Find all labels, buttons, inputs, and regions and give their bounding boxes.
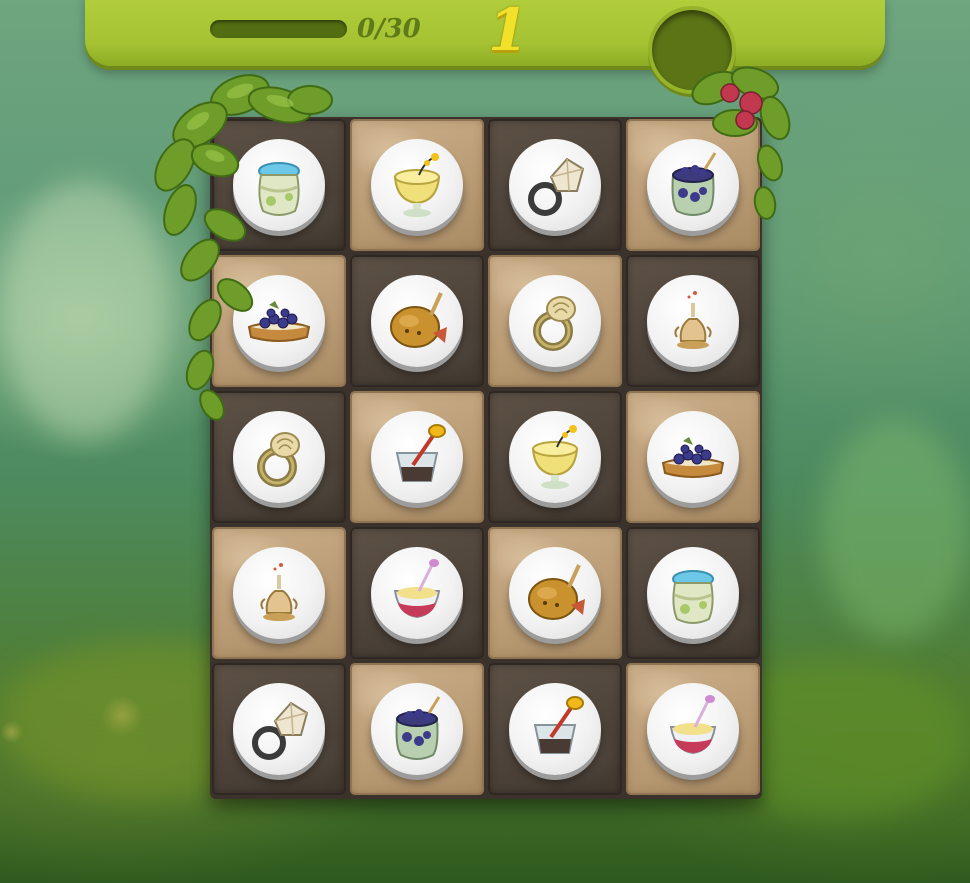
game-token[interactable] bbox=[371, 547, 463, 639]
background-foliage bbox=[0, 180, 170, 440]
board-tile[interactable] bbox=[212, 255, 346, 387]
roast-chicken-icon bbox=[528, 564, 585, 620]
board-tile[interactable] bbox=[488, 255, 622, 387]
berry-parfait-icon bbox=[669, 695, 717, 755]
board-tile[interactable] bbox=[626, 663, 760, 795]
board-tile[interactable] bbox=[626, 255, 760, 387]
honey-dipper-glass-icon bbox=[395, 424, 446, 482]
board-tile[interactable] bbox=[626, 391, 760, 523]
match-progress-count: 0/30 bbox=[357, 14, 421, 44]
game-token[interactable] bbox=[647, 547, 739, 639]
board-tile[interactable] bbox=[350, 663, 484, 795]
blue-lidded-jar-icon bbox=[258, 162, 300, 216]
game-token[interactable] bbox=[647, 275, 739, 367]
game-token[interactable] bbox=[371, 139, 463, 231]
board-tile[interactable] bbox=[350, 119, 484, 251]
board-tile[interactable] bbox=[350, 391, 484, 523]
honey-dipper-glass-icon bbox=[533, 696, 584, 754]
game-token[interactable] bbox=[233, 547, 325, 639]
background-foliage bbox=[820, 420, 970, 640]
blueberry-jar-icon bbox=[671, 152, 717, 216]
board-tile[interactable] bbox=[488, 527, 622, 659]
board-tile[interactable] bbox=[626, 119, 760, 251]
blue-lidded-jar-icon bbox=[672, 570, 714, 624]
roast-chicken-icon bbox=[390, 292, 447, 348]
perfume-decanter-icon bbox=[260, 563, 298, 621]
board-tile[interactable] bbox=[626, 527, 760, 659]
lemon-dessert-cup-icon bbox=[531, 425, 579, 489]
top-hud-bar: 0/30 1 bbox=[85, 0, 885, 94]
game-token[interactable] bbox=[509, 683, 601, 775]
game-token[interactable] bbox=[233, 683, 325, 775]
game-token[interactable] bbox=[371, 683, 463, 775]
lemon-dessert-cup-icon bbox=[393, 153, 441, 217]
game-token[interactable] bbox=[233, 275, 325, 367]
gold-rose-ring-icon bbox=[257, 432, 300, 487]
game-token[interactable] bbox=[509, 139, 601, 231]
board-tile[interactable] bbox=[488, 391, 622, 523]
game-token[interactable] bbox=[233, 411, 325, 503]
game-token[interactable] bbox=[233, 139, 325, 231]
game-token[interactable] bbox=[647, 139, 739, 231]
game-token[interactable] bbox=[371, 275, 463, 367]
blueberry-toast-icon bbox=[247, 301, 311, 342]
diamond-ring-icon bbox=[252, 701, 309, 760]
game-token[interactable] bbox=[647, 411, 739, 503]
board-tile[interactable] bbox=[212, 663, 346, 795]
board-tile[interactable] bbox=[350, 527, 484, 659]
board-tile[interactable] bbox=[212, 527, 346, 659]
level-number: 1 bbox=[488, 0, 529, 64]
game-token[interactable] bbox=[509, 547, 601, 639]
board-tile[interactable] bbox=[212, 391, 346, 523]
board-tile[interactable] bbox=[488, 119, 622, 251]
board-tile[interactable] bbox=[488, 663, 622, 795]
diamond-ring-icon bbox=[528, 157, 585, 216]
board-tile[interactable] bbox=[212, 119, 346, 251]
blueberry-jar-icon bbox=[395, 696, 441, 760]
board-tile[interactable] bbox=[350, 255, 484, 387]
gold-rose-ring-icon bbox=[533, 296, 576, 351]
game-token[interactable] bbox=[647, 683, 739, 775]
game-board bbox=[210, 117, 762, 799]
game-token[interactable] bbox=[509, 411, 601, 503]
berry-parfait-icon bbox=[393, 559, 441, 619]
blueberry-toast-icon bbox=[661, 437, 725, 478]
game-token[interactable] bbox=[371, 411, 463, 503]
game-token[interactable] bbox=[509, 275, 601, 367]
timer-dial bbox=[648, 6, 736, 94]
perfume-decanter-icon bbox=[674, 291, 712, 349]
match-progress-bar bbox=[210, 20, 347, 38]
